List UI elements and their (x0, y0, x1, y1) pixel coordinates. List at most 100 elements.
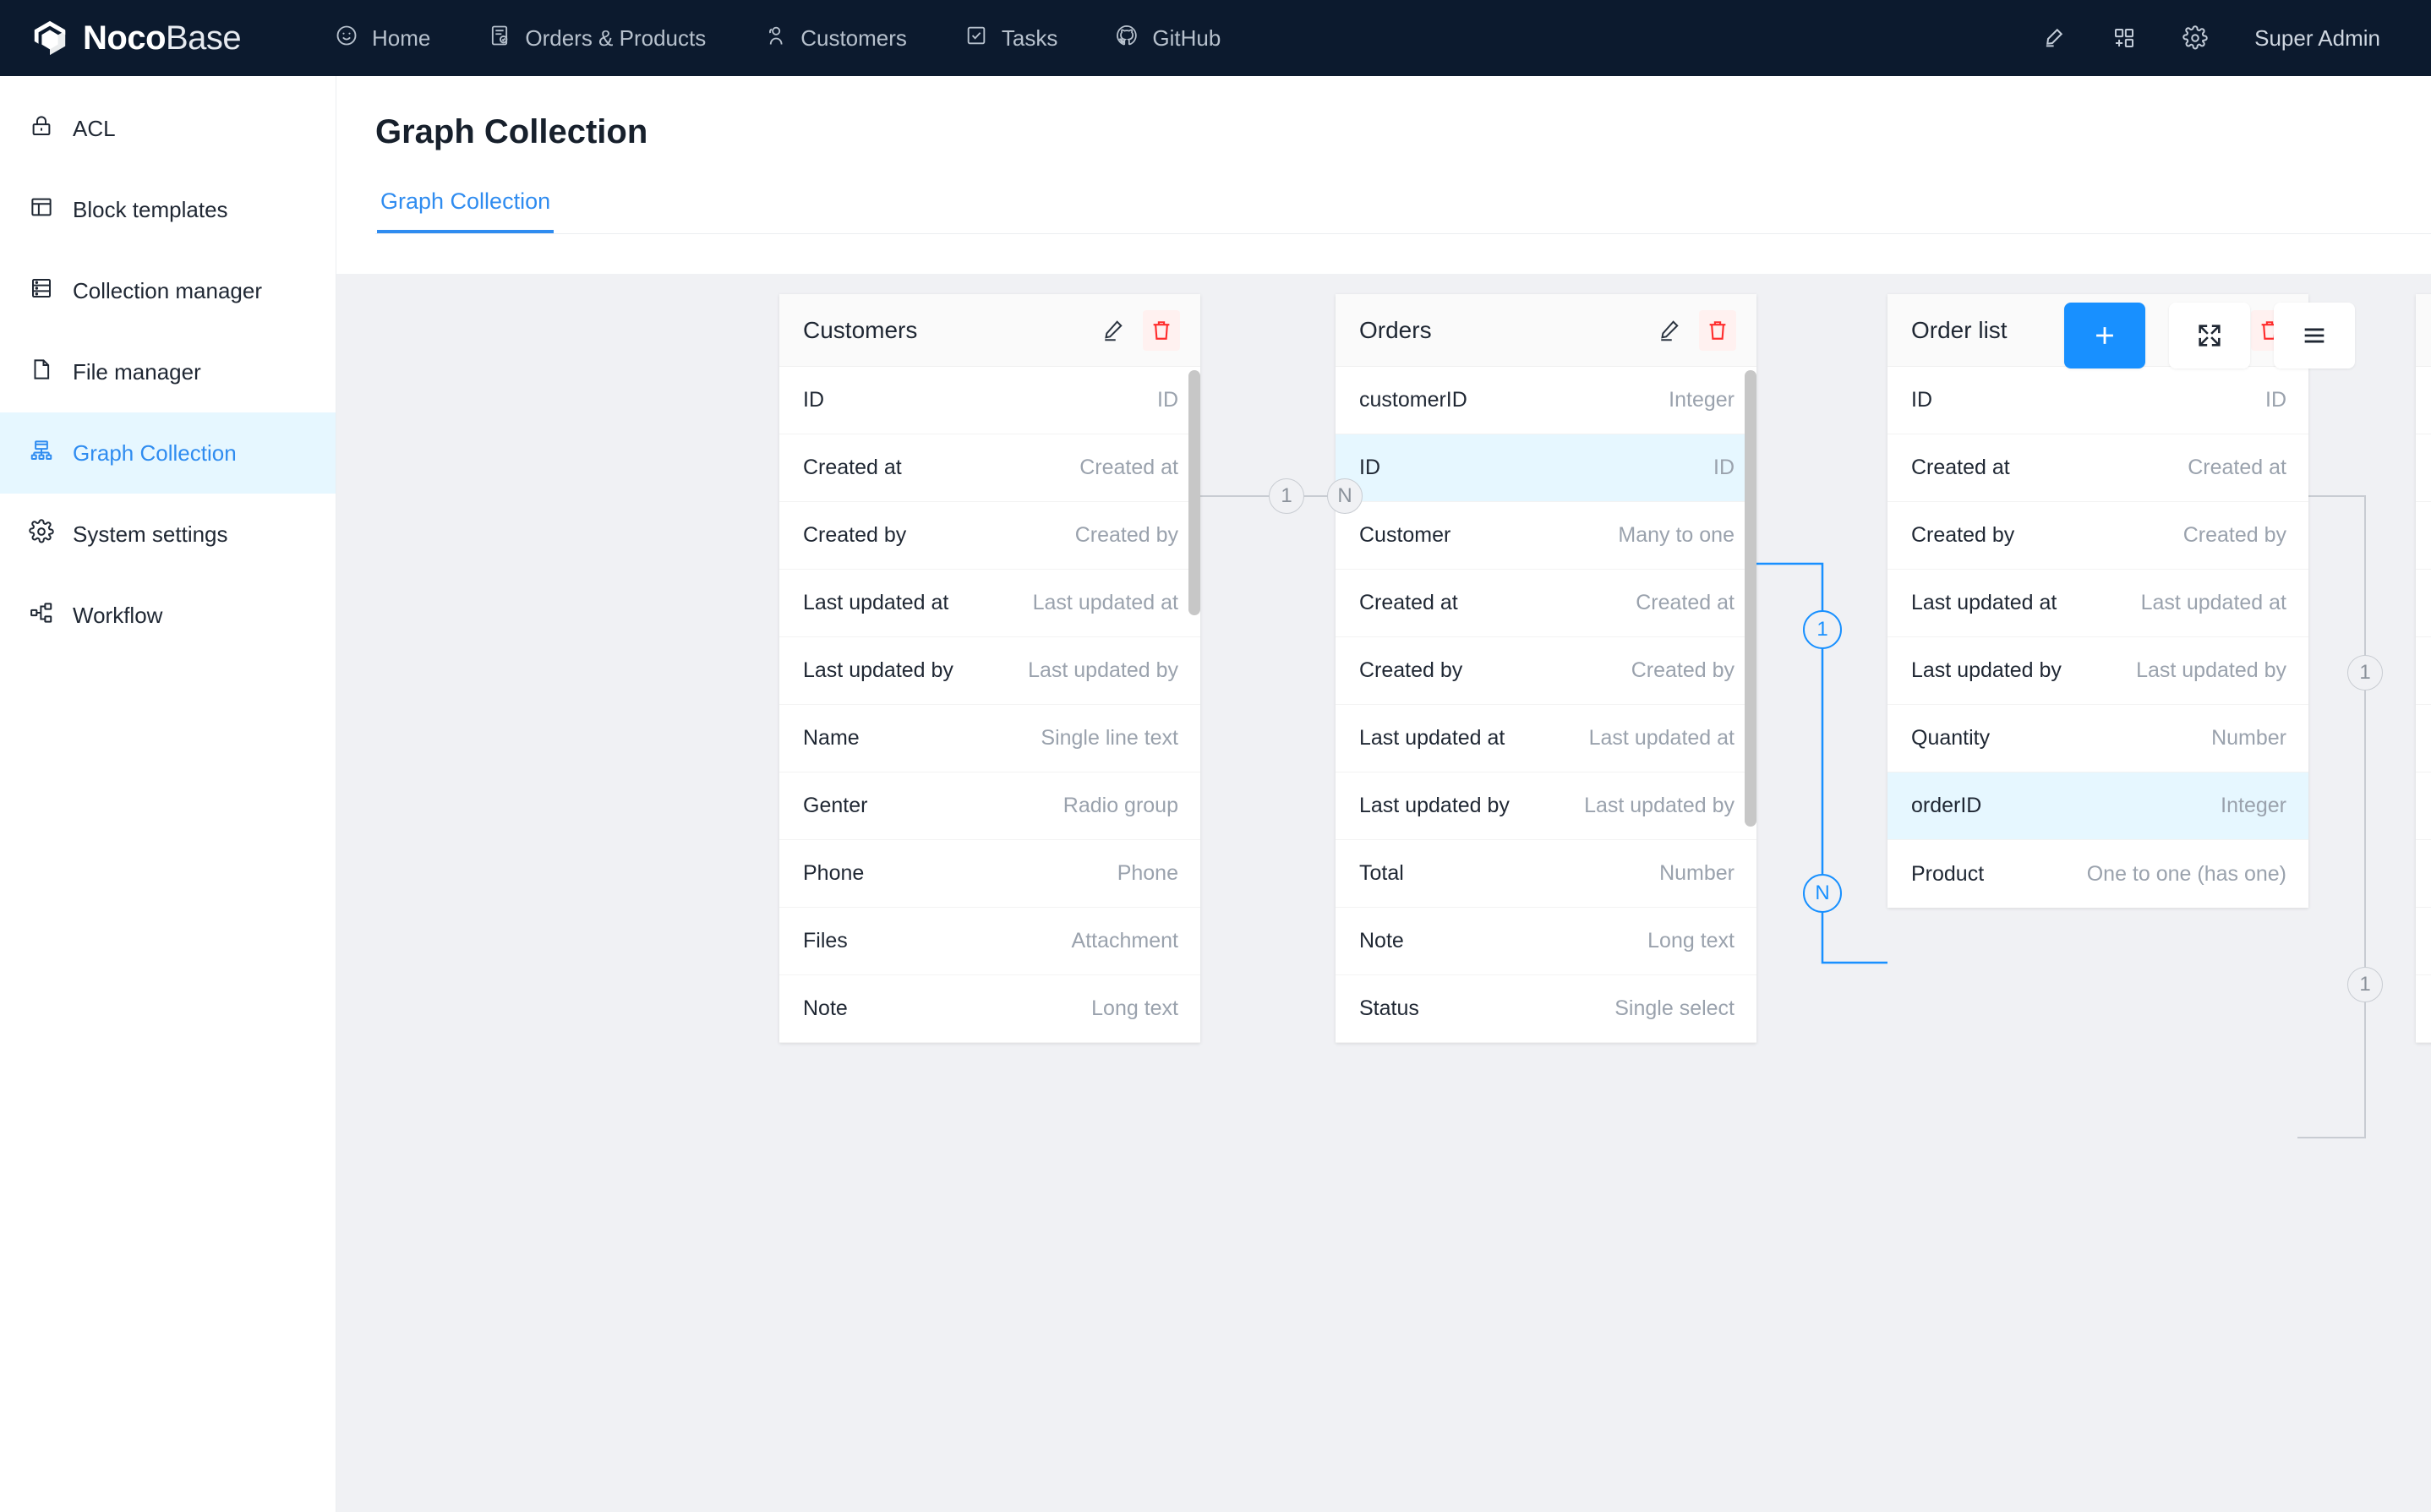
field-row[interactable]: NameSingle line text (779, 705, 1200, 772)
field-row[interactable]: IDID (779, 367, 1200, 434)
edge-badge-one-orderlist: 1 (2347, 655, 2383, 690)
field-row[interactable]: PicturesAttachment (2416, 840, 2431, 908)
field-row[interactable]: Last updated atLast updated at (779, 570, 1200, 637)
field-row[interactable]: Last updated atLast updated at (2416, 570, 2431, 637)
sidebar-item-label: ACL (73, 116, 116, 142)
card-scrollbar[interactable] (1745, 370, 1756, 827)
user-menu-button[interactable]: Super Admin (2231, 25, 2401, 52)
collection-card-orders[interactable]: Orders customerIDInteger IDID CustomerMa… (1336, 294, 1756, 1043)
field-row[interactable]: NoteLong text (779, 975, 1200, 1043)
field-type: Attachment (1072, 929, 1178, 953)
brand-logo-area[interactable]: NocoBase (0, 19, 306, 57)
sidebar-item-collection-manager[interactable]: Collection manager (0, 250, 336, 331)
collection-card-customers[interactable]: Customers IDID Created atCreated at Crea… (779, 294, 1200, 1043)
field-row[interactable]: QuantityNumber (1887, 705, 2308, 772)
field-row[interactable]: Created at Created at (1887, 434, 2308, 502)
file-icon (29, 357, 54, 388)
collection-card-products[interactable]: Products IDID Created atCreated at Creat… (2416, 294, 2431, 1043)
field-row[interactable]: Last updated byLast updated by (2416, 637, 2431, 705)
field-name: Created at (1359, 591, 1458, 615)
nav-item-home[interactable]: Home (306, 0, 459, 76)
field-row[interactable]: ProductOne to one (has one) (1887, 840, 2308, 908)
edit-icon[interactable] (1094, 310, 1131, 351)
collection-card-order-list[interactable]: Order list IDID Created atCreated at Cre… (1887, 294, 2308, 908)
field-row[interactable]: CustomerMany to one (1336, 502, 1756, 570)
field-row[interactable]: Last updated byLast updated by (779, 637, 1200, 705)
sidebar-item-acl[interactable]: ACL (0, 88, 336, 169)
field-row[interactable]: Created at Created at (1336, 570, 1756, 637)
field-row[interactable]: Created atCreated at (779, 434, 1200, 502)
sidebar-item-block-templates[interactable]: Block templates (0, 169, 336, 250)
card-actions (1094, 310, 1180, 351)
add-block-icon[interactable] (2089, 0, 2160, 76)
nocobase-logo-icon (30, 19, 69, 57)
field-row[interactable]: CategoriesMultiple select (2416, 975, 2431, 1043)
top-nav-right-actions: Super Admin (2018, 0, 2431, 76)
field-row[interactable]: Last updated byLast updated by (1336, 772, 1756, 840)
graph-toolbar (2064, 303, 2355, 368)
field-row[interactable]: Files Attachment (779, 908, 1200, 975)
field-row[interactable]: TotalNumber (1336, 840, 1756, 908)
field-row[interactable]: Last updated byLast updated by (1887, 637, 2308, 705)
field-type: Created at (2188, 456, 2286, 480)
field-name: Files (803, 929, 848, 953)
field-name: Created by (1359, 658, 1462, 683)
sidebar-item-label: Graph Collection (73, 440, 237, 467)
field-list: IDID Created atCreated at Created byCrea… (779, 367, 1200, 1043)
field-row[interactable]: Last updated atLast updated at (1336, 705, 1756, 772)
page-header: Graph Collection Graph Collection (336, 76, 2431, 234)
field-row-highlighted[interactable]: IDID (1336, 434, 1756, 502)
sidebar-item-system-settings[interactable]: System settings (0, 494, 336, 575)
fit-view-button[interactable] (2169, 303, 2250, 368)
nav-item-tasks[interactable]: Tasks (936, 0, 1086, 76)
field-name: Quantity (1911, 726, 1990, 751)
edit-icon[interactable] (1650, 310, 1687, 351)
tab-graph-collection[interactable]: Graph Collection (377, 188, 554, 233)
card-header: Orders (1336, 294, 1756, 367)
gear-icon[interactable] (2160, 0, 2231, 76)
collection-name: Customers (803, 317, 1094, 344)
delete-icon[interactable] (1699, 310, 1736, 351)
top-navigation-bar: NocoBase Home Orders & Products Customer… (0, 0, 2431, 76)
field-row-highlighted[interactable]: orderIDInteger (1887, 772, 2308, 840)
graph-canvas[interactable]: 1 N 1 N 1 1 Customers IDID Created atCre… (336, 274, 2431, 1512)
field-row[interactable]: Created byCreated by (1336, 637, 1756, 705)
field-row[interactable]: IDID (1887, 367, 2308, 434)
add-collection-button[interactable] (2064, 303, 2145, 368)
sidebar-item-workflow[interactable]: Workflow (0, 575, 336, 656)
field-row[interactable]: NoteLong text (1336, 908, 1756, 975)
nav-item-github[interactable]: GitHub (1086, 0, 1249, 76)
field-name: Last updated by (803, 658, 953, 683)
sidebar-item-graph-collection[interactable]: Graph Collection (0, 412, 336, 494)
delete-icon[interactable] (1143, 310, 1180, 351)
github-icon (1115, 24, 1139, 53)
nav-item-orders-products[interactable]: Orders & Products (459, 0, 735, 76)
highlighter-icon[interactable] (2018, 0, 2089, 76)
field-row[interactable]: Last updated atLast updated at (1887, 570, 2308, 637)
field-name: Last updated at (803, 591, 948, 615)
card-scrollbar[interactable] (1188, 370, 1200, 615)
document-check-icon (488, 24, 511, 53)
brand-bold: Noco (83, 19, 166, 57)
field-row[interactable]: Created atCreated at (2416, 434, 2431, 502)
field-row[interactable]: PriceNumber (2416, 908, 2431, 975)
field-type: Integer (2221, 794, 2286, 818)
field-type: Single line text (1041, 726, 1178, 751)
nav-item-customers[interactable]: Customers (735, 0, 936, 76)
field-name: Created at (1911, 456, 2010, 480)
field-row[interactable]: GenterRadio group (779, 772, 1200, 840)
field-row[interactable]: customerIDInteger (1336, 367, 1756, 434)
field-row[interactable]: StatusSingle select (1336, 975, 1756, 1043)
field-row[interactable]: Created byCreated by (779, 502, 1200, 570)
sidebar-item-file-manager[interactable]: File manager (0, 331, 336, 412)
field-row[interactable]: PhonePhone (779, 840, 1200, 908)
field-row[interactable]: NameSingle line text (2416, 705, 2431, 772)
lock-icon (29, 113, 54, 145)
field-row[interactable]: IDID (2416, 367, 2431, 434)
field-row[interactable]: Created byCreated by (2416, 502, 2431, 570)
menu-button[interactable] (2274, 303, 2355, 368)
field-row[interactable]: DescriptionLong text (2416, 772, 2431, 840)
field-type: Created at (1636, 591, 1734, 615)
database-icon (29, 276, 54, 307)
field-row[interactable]: Created byCreated by (1887, 502, 2308, 570)
